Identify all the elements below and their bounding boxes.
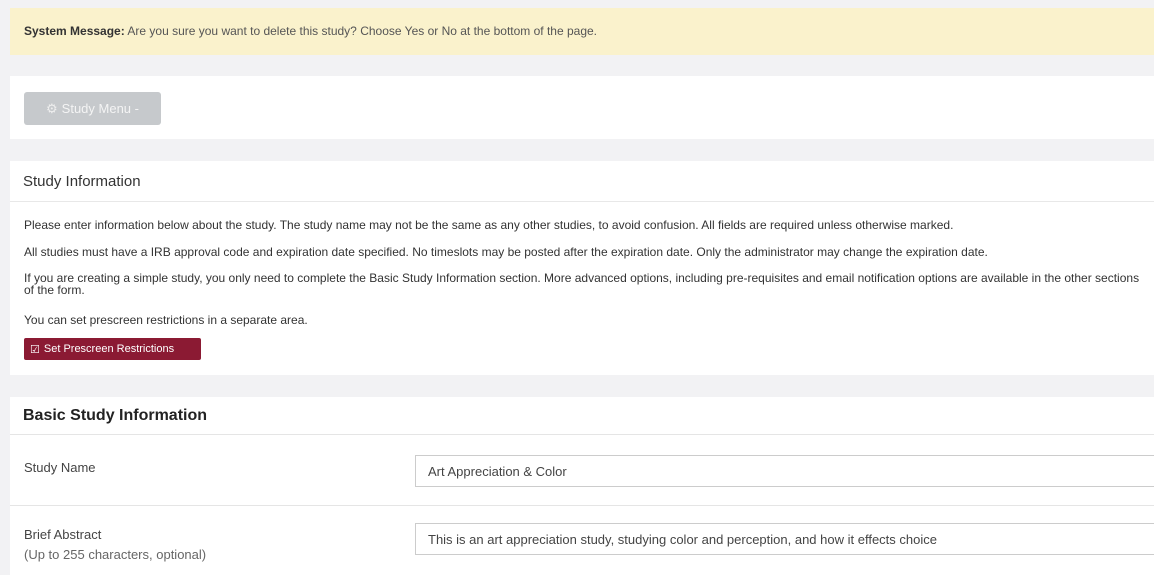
divider (10, 505, 1154, 506)
study-information-title: Study Information (23, 173, 141, 190)
checkbox-edit-icon: ☑ (30, 343, 40, 356)
gears-icon: ⚙ (46, 100, 58, 116)
divider (10, 434, 1154, 435)
study-menu-panel: ⚙ Study Menu - (10, 76, 1154, 139)
info-paragraph: You can set prescreen restrictions in a … (24, 313, 308, 327)
basic-study-information-title: Basic Study Information (23, 407, 208, 424)
brief-abstract-label: Brief Abstract (24, 527, 102, 542)
basic-study-information-panel: Basic Study Information Study Name Brief… (10, 397, 1154, 575)
brief-abstract-sublabel: (Up to 255 characters, optional) (24, 547, 207, 562)
system-message-label: System Message: (24, 24, 125, 38)
info-paragraph: If you are creating a simple study, you … (24, 271, 1140, 297)
info-paragraph: Please enter information below about the… (24, 218, 954, 232)
prescreen-button-label: Set Prescreen Restrictions (43, 343, 175, 355)
study-information-panel: Study Information Please enter informati… (10, 161, 1154, 375)
study-menu-button[interactable]: ⚙ Study Menu - (24, 92, 161, 125)
system-message: System Message: Are you sure you want to… (10, 8, 1154, 55)
info-paragraph: All studies must have a IRB approval cod… (24, 245, 988, 259)
divider (10, 201, 1154, 202)
study-menu-label: Study Menu - (61, 101, 139, 116)
brief-abstract-input[interactable] (415, 523, 1154, 555)
set-prescreen-restrictions-button[interactable]: ☑ Set Prescreen Restrictions (24, 338, 201, 360)
study-name-input[interactable] (415, 455, 1154, 487)
system-message-text: Are you sure you want to delete this stu… (127, 24, 598, 38)
study-name-label: Study Name (24, 460, 96, 475)
